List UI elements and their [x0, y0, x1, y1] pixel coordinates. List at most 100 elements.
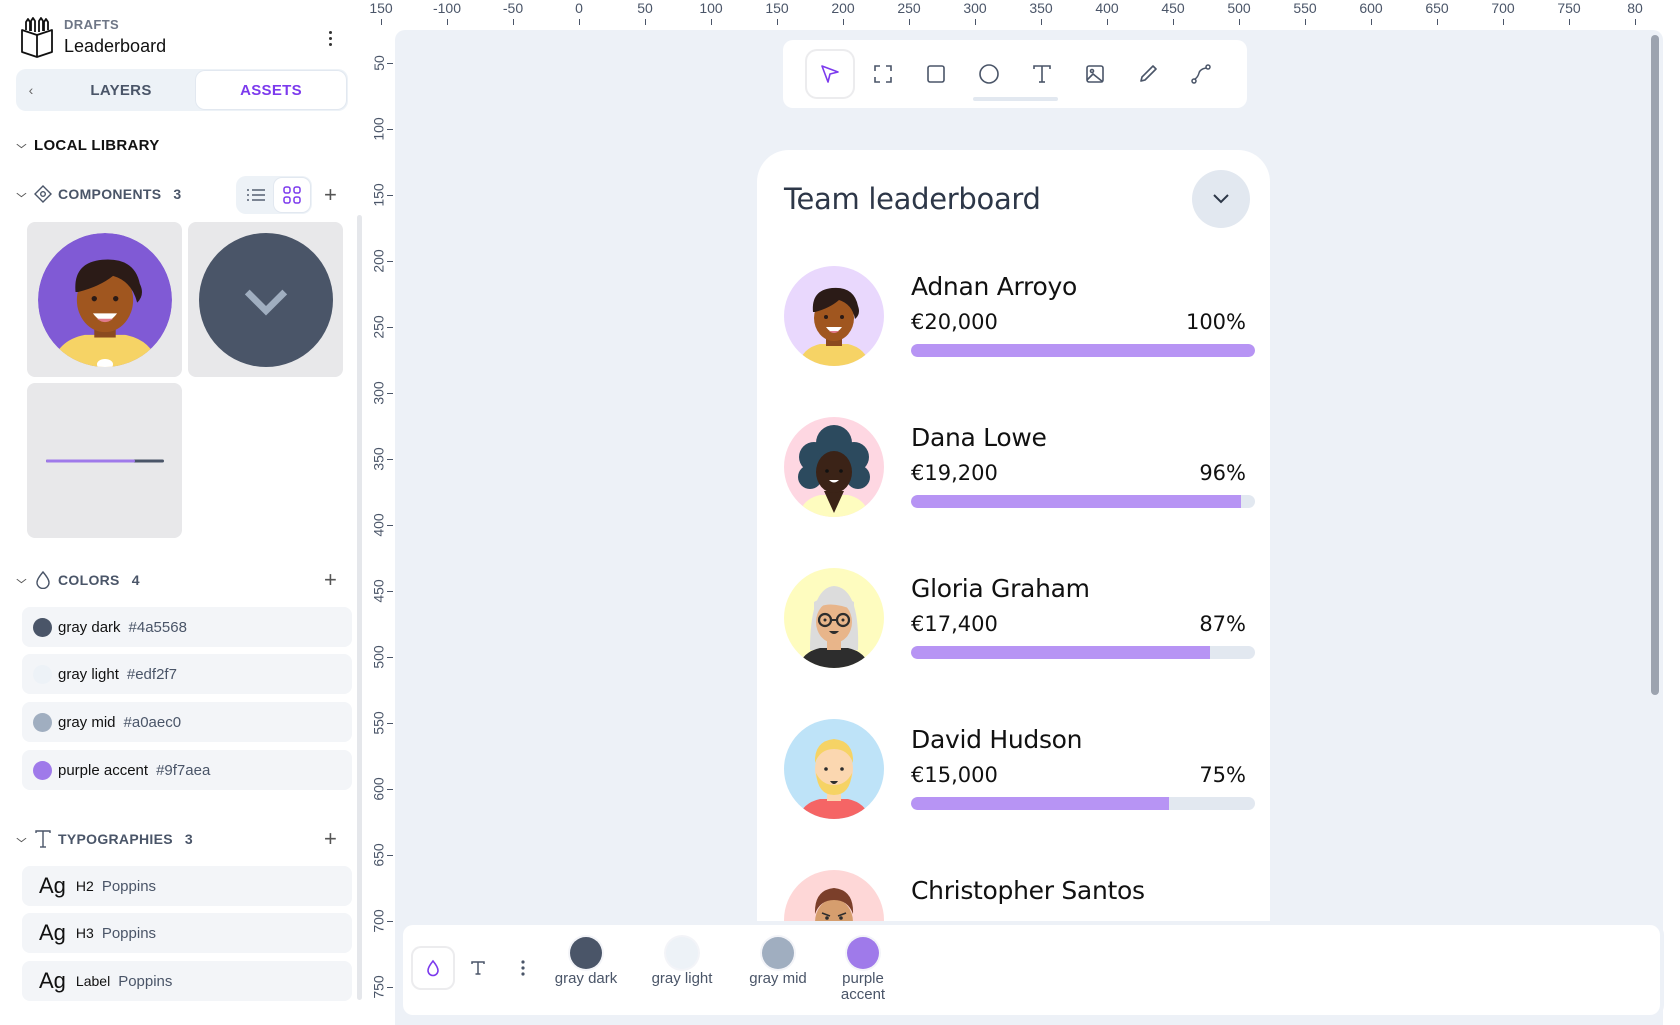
ruler-tick-mark [387, 63, 393, 64]
colors-palette-toggle[interactable] [413, 948, 453, 988]
palette-swatch[interactable]: gray mid [733, 937, 823, 987]
typography-item[interactable]: Ag H3 Poppins [22, 913, 352, 953]
ellipse-tool-button[interactable] [966, 51, 1012, 97]
colors-section-header[interactable]: ⌵ COLORS 4 [16, 571, 140, 589]
chevron-circle-thumbnail-icon [198, 232, 333, 367]
ruler-tick-mark [1106, 19, 1108, 25]
typography-font: Poppins [118, 972, 173, 990]
progress-fill [911, 495, 1242, 508]
ruler-tick-mark [446, 19, 448, 25]
chevron-down-icon: ⌵ [16, 140, 27, 151]
ruler-tick-mark [974, 19, 976, 25]
avatar-gloria-icon [798, 586, 870, 668]
component-dropdown-button[interactable] [188, 222, 343, 377]
color-item[interactable]: purple accent #9f7aea [22, 750, 352, 790]
toolbar-drag-handle[interactable] [973, 97, 1058, 101]
ruler-tick-mark [1634, 19, 1636, 25]
palette-swatch-dot [847, 937, 879, 969]
path-tool-button[interactable] [1178, 51, 1224, 97]
leaderboard-dropdown-button[interactable] [1192, 170, 1250, 228]
tab-assets[interactable]: ASSETS [196, 71, 346, 109]
member-percent: 75% [1199, 763, 1246, 787]
colors-count: 4 [131, 572, 140, 588]
component-avatar[interactable] [27, 222, 182, 377]
add-component-button[interactable]: + [324, 184, 337, 206]
ruler-tick-label: 150 [362, 170, 395, 220]
ruler-tick-label: 80 [1605, 0, 1665, 25]
assets-sidebar: DRAFTS Leaderboard ‹ LAYERS ASSETS ⌵ LOC… [0, 0, 357, 1025]
color-item[interactable]: gray light #edf2f7 [22, 654, 352, 694]
member-name: Adnan Arroyo [911, 272, 1077, 301]
add-typography-button[interactable]: + [324, 828, 337, 850]
image-icon [1086, 65, 1104, 83]
pencil-icon [1140, 65, 1157, 82]
ruler-tick-label: 300 [945, 0, 1005, 25]
typography-item[interactable]: Ag H2 Poppins [22, 866, 352, 906]
local-library-header[interactable]: ⌵ LOCAL LIBRARY [16, 137, 160, 154]
ruler-tick-mark [1568, 19, 1570, 25]
app-root: DRAFTS Leaderboard ‹ LAYERS ASSETS ⌵ LOC… [0, 0, 1680, 1025]
member-percent: 96% [1199, 461, 1246, 485]
ruler-tick-label: 650 [362, 830, 395, 880]
chevron-down-icon: ⌵ [16, 574, 27, 586]
ruler-tick-mark [1304, 19, 1306, 25]
avatar [784, 266, 884, 366]
ruler-tick-label: 500 [1209, 0, 1269, 25]
text-tool-button[interactable] [1019, 51, 1065, 97]
typography-sample: Ag [39, 968, 66, 993]
ruler-tick-label: 100 [681, 0, 741, 25]
palette-swatch-label: gray mid [749, 970, 807, 987]
leaderboard-row[interactable]: Dana Lowe €19,200 96% [784, 417, 1255, 517]
move-tool-button[interactable] [807, 51, 853, 97]
typographies-section-header[interactable]: ⌵ TYPOGRAPHIES 3 [17, 830, 193, 848]
palette-swatch[interactable]: gray light [637, 937, 727, 987]
avatar-dana-icon [798, 425, 870, 517]
ruler-tick-mark [387, 789, 393, 790]
list-view-button[interactable] [238, 178, 274, 212]
ruler-tick-label: 650 [1407, 0, 1467, 25]
tab-layers[interactable]: LAYERS [46, 71, 196, 109]
canvas-vertical-scrollbar[interactable] [1651, 35, 1659, 695]
ruler-tick-label: 700 [362, 896, 395, 946]
color-item[interactable]: gray dark #4a5568 [22, 607, 352, 647]
typography-palette-toggle[interactable] [458, 948, 498, 988]
leaderboard-row[interactable]: David Hudson €15,000 75% [784, 719, 1255, 819]
ruler-tick-mark [387, 261, 393, 262]
chevron-down-icon: ⌵ [16, 188, 27, 200]
palette-swatch[interactable]: purple accent [828, 937, 898, 1003]
avatar [784, 417, 884, 517]
member-name: Gloria Graham [911, 574, 1090, 603]
ruler-tick-label: 200 [362, 236, 395, 286]
leaderboard-row[interactable]: Adnan Arroyo €20,000 100% [784, 266, 1255, 366]
plus-icon: + [324, 826, 337, 851]
progress-fill [911, 646, 1211, 659]
leaderboard-board[interactable]: Team leaderboard Adnan Arroyo €20,000 10… [757, 150, 1270, 970]
collapse-sidebar-button[interactable]: ‹ [16, 82, 46, 98]
image-tool-button[interactable] [1072, 51, 1118, 97]
components-section-header[interactable]: ⌵ COMPONENTS 3 [16, 185, 181, 203]
ruler-tick-mark [387, 657, 393, 658]
board-tool-button[interactable] [860, 51, 906, 97]
grid-view-button[interactable] [274, 178, 310, 212]
file-name[interactable]: Leaderboard [64, 36, 166, 57]
typography-sample: Ag [39, 873, 66, 898]
palette-swatch[interactable]: gray dark [541, 937, 631, 987]
color-item[interactable]: gray mid #a0aec0 [22, 702, 352, 742]
dot-icon [328, 36, 332, 40]
project-menu-button[interactable] [320, 26, 340, 50]
ruler-tick-label: 500 [362, 632, 395, 682]
avatar-david-icon [798, 739, 870, 819]
app-logo-icon [21, 17, 53, 58]
typography-item[interactable]: Ag Label Poppins [22, 961, 352, 1001]
rectangle-tool-button[interactable] [913, 51, 959, 97]
palette-menu-button[interactable] [503, 948, 543, 988]
pencil-tool-button[interactable] [1125, 51, 1171, 97]
project-section-label: DRAFTS [64, 17, 120, 32]
plus-icon: + [324, 182, 337, 207]
component-progress-bar[interactable] [27, 383, 182, 538]
avatar [784, 719, 884, 819]
component-icon [34, 185, 52, 203]
add-color-button[interactable]: + [324, 569, 337, 591]
ruler-tick-mark [387, 525, 393, 526]
leaderboard-row[interactable]: Gloria Graham €17,400 87% [784, 568, 1255, 668]
